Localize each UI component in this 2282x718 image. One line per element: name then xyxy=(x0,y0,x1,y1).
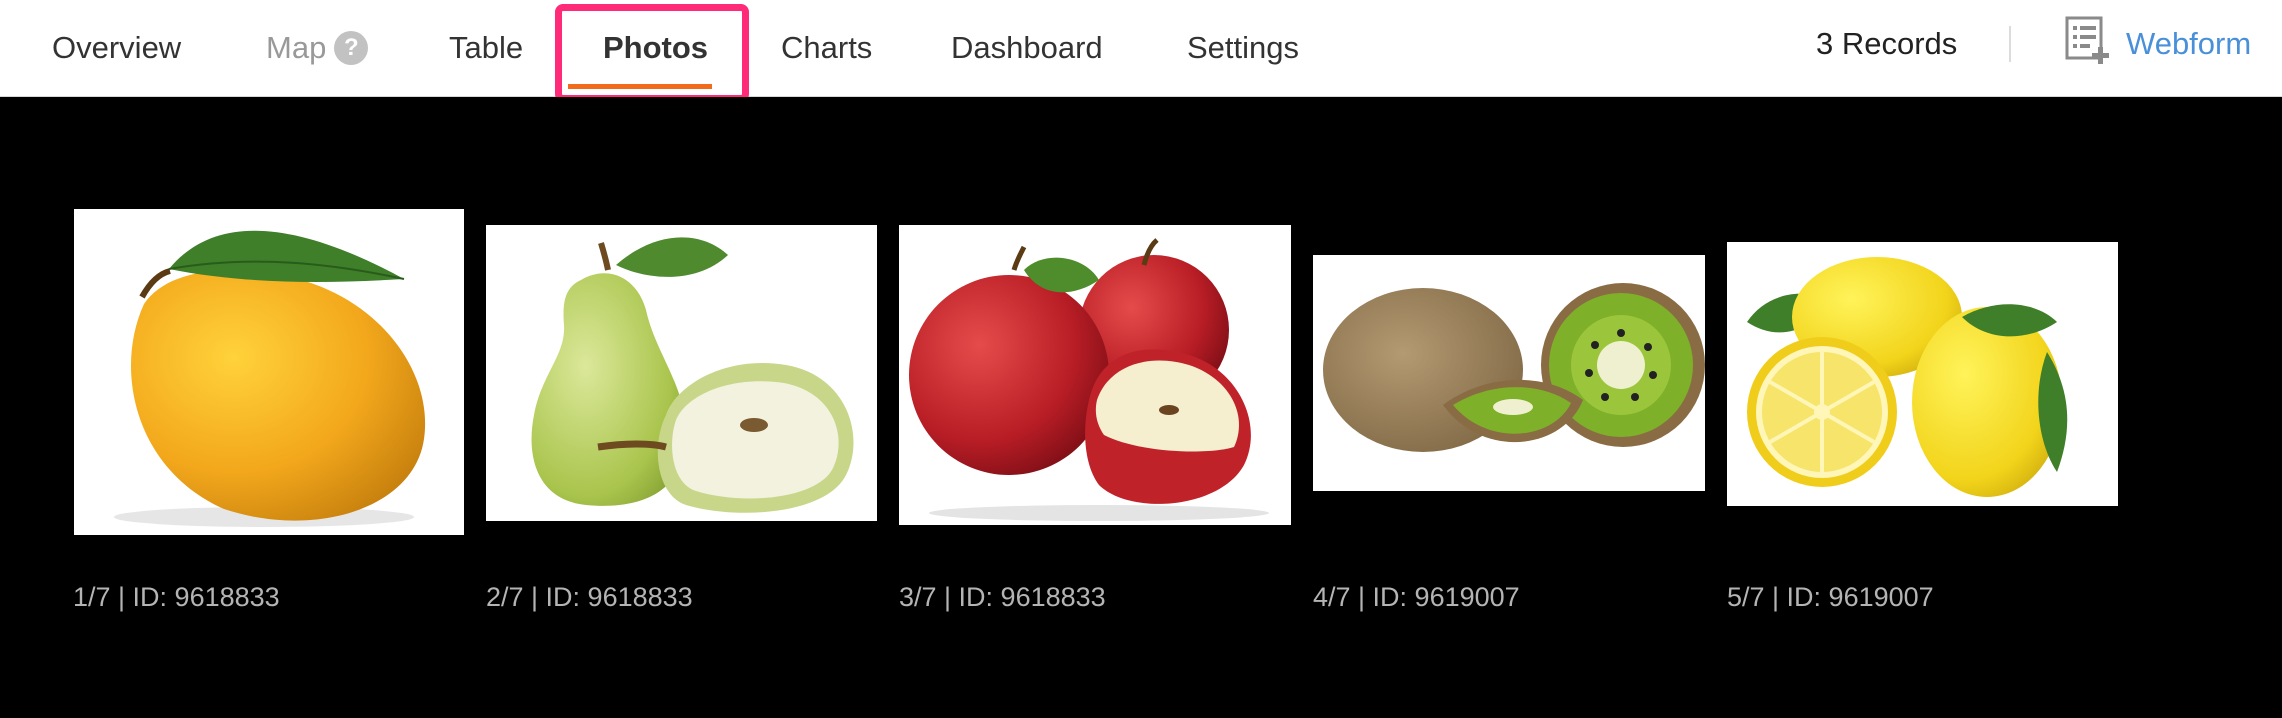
photo-thumbnail-kiwi[interactable] xyxy=(1313,255,1705,491)
photo-caption: 1/7 | ID: 9618833 xyxy=(73,582,280,612)
photo-gallery: 1/7 | ID: 9618833 2/7 | ID: 9618833 3/7 … xyxy=(0,97,2282,718)
tab-overview-label: Overview xyxy=(52,30,182,65)
pear-image xyxy=(531,237,854,513)
tab-overview[interactable]: Overview xyxy=(52,0,181,96)
top-navigation-bar: Overview Map ? Table Photos Charts Dashb… xyxy=(0,0,2282,102)
photo-caption: 2/7 | ID: 9618833 xyxy=(486,582,693,612)
photo-thumbnail-pear[interactable] xyxy=(486,225,877,521)
photo-caption: 3/7 | ID: 9618833 xyxy=(899,582,1106,612)
tab-charts[interactable]: Charts xyxy=(781,0,872,96)
tab-settings[interactable]: Settings xyxy=(1187,0,1299,96)
webform-icon xyxy=(2064,15,2112,73)
photo-thumbnail-mango[interactable] xyxy=(74,209,464,535)
webform-link[interactable]: Webform xyxy=(2064,0,2251,88)
tab-settings-label: Settings xyxy=(1187,30,1300,65)
mango-image xyxy=(114,230,426,527)
lemons-image xyxy=(1747,257,2068,497)
tab-dashboard[interactable]: Dashboard xyxy=(951,0,1103,96)
photo-caption: 5/7 | ID: 9619007 xyxy=(1727,582,1934,612)
photo-thumbnail-apples[interactable] xyxy=(899,225,1291,525)
webform-label: Webform xyxy=(2126,26,2252,61)
tab-table[interactable]: Table xyxy=(449,0,523,96)
tab-table-label: Table xyxy=(449,30,524,65)
tab-highlight-box xyxy=(555,4,749,102)
kiwi-image xyxy=(1323,283,1705,452)
divider xyxy=(2009,26,2011,62)
apples-image xyxy=(909,238,1269,521)
record-count: 3 Records xyxy=(1816,26,1958,61)
tab-map[interactable]: Map ? xyxy=(266,0,369,96)
tab-dashboard-label: Dashboard xyxy=(951,30,1103,65)
photo-caption: 4/7 | ID: 9619007 xyxy=(1313,582,1520,612)
tab-charts-label: Charts xyxy=(781,30,873,65)
help-icon[interactable]: ? xyxy=(334,31,369,65)
tab-map-label: Map xyxy=(266,30,327,65)
photo-thumbnail-lemons[interactable] xyxy=(1727,242,2118,506)
